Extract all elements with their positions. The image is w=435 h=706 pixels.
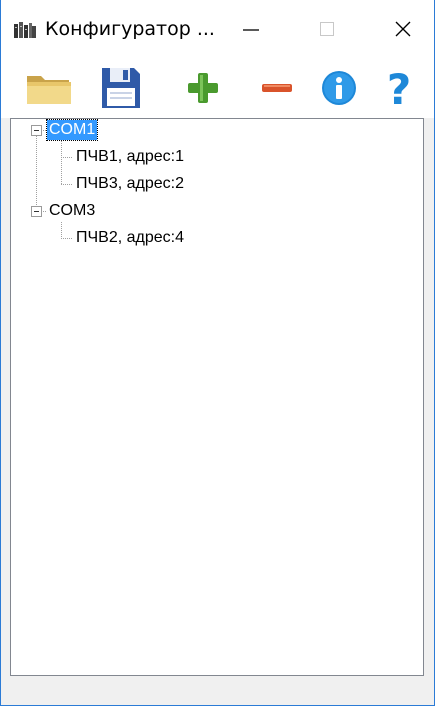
remove-button[interactable] (249, 60, 305, 116)
tree-node-label: ПЧВ3, адрес:2 (76, 175, 184, 192)
collapse-toggle-com3[interactable] (31, 206, 42, 217)
maximize-button[interactable] (297, 0, 357, 58)
close-button[interactable] (373, 0, 433, 58)
svg-text:?: ? (387, 66, 411, 110)
open-button[interactable] (21, 60, 77, 116)
app-books-icon (14, 22, 36, 38)
tree-node-pchv2[interactable]: ПЧВ2, адрес:4 (74, 227, 186, 249)
info-icon (322, 71, 356, 105)
tree-node-pchv1[interactable]: ПЧВ1, адрес:1 (74, 146, 186, 168)
title-bar[interactable]: Конфигуратор ... (1, 0, 434, 58)
remove-minus-icon (262, 84, 292, 92)
info-button[interactable] (311, 60, 367, 116)
status-bar (1, 676, 434, 705)
tree-node-label: COM3 (49, 202, 96, 219)
help-question-icon: ? (387, 66, 411, 110)
add-plus-icon (188, 73, 218, 103)
toolbar: ? (1, 58, 434, 118)
tree-node-label: COM1 (45, 119, 99, 141)
maximize-icon (320, 22, 334, 36)
window-title: Конфигуратор ... (45, 18, 215, 40)
save-button[interactable] (93, 60, 149, 116)
tree-node-label: ПЧВ1, адрес:1 (76, 148, 184, 165)
tree-connector-lines (36, 130, 73, 239)
minimize-icon (243, 29, 259, 31)
device-tree[interactable]: COM1 ПЧВ1, адрес:1 ПЧВ3, адрес:2 COM3 ПЧ… (10, 118, 424, 676)
save-floppy-icon (102, 68, 140, 108)
tree-node-label: ПЧВ2, адрес:4 (76, 229, 184, 246)
app-window: Конфигуратор ... ? COM1 ПЧВ1, адрес:1 ПЧ… (0, 0, 435, 706)
minimize-button[interactable] (221, 0, 281, 58)
collapse-toggle-com1[interactable] (31, 125, 42, 136)
help-button[interactable]: ? (371, 60, 427, 116)
close-icon (395, 21, 411, 37)
tree-node-com3[interactable]: COM3 (47, 200, 97, 222)
add-button[interactable] (175, 60, 231, 116)
tree-node-com1[interactable]: COM1 (45, 119, 99, 141)
tree-node-pchv3[interactable]: ПЧВ3, адрес:2 (74, 173, 186, 195)
open-folder-icon (27, 76, 71, 104)
